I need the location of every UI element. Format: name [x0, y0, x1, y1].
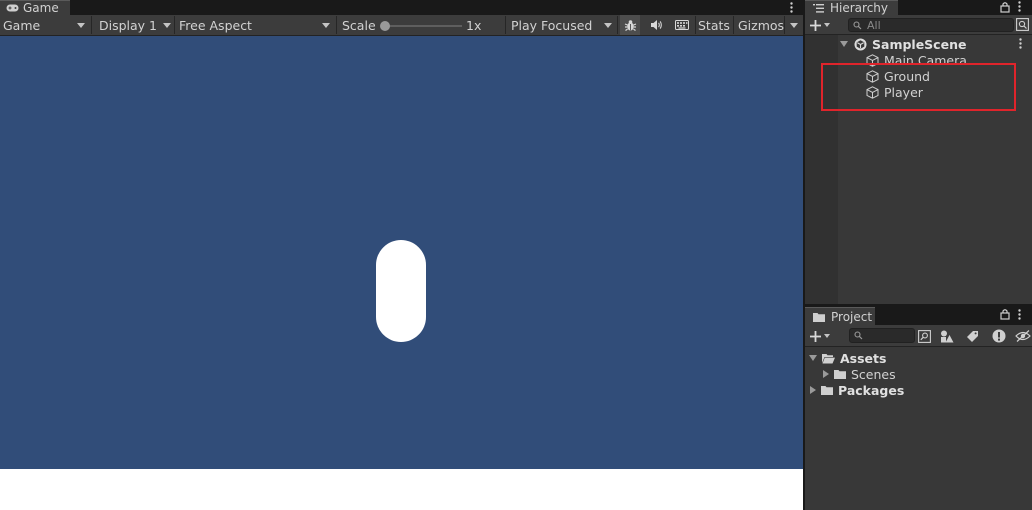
tab-hierarchy-label: Hierarchy [830, 1, 889, 15]
play-mode-label: Play Focused [511, 17, 593, 33]
project-item-scenes[interactable]: Scenes [823, 366, 896, 382]
folder-icon [813, 312, 825, 322]
folder-icon [821, 385, 833, 395]
open-folder-icon [822, 353, 835, 364]
scale-slider-track[interactable] [382, 25, 462, 27]
scene-search-icon[interactable] [1016, 18, 1029, 32]
kebab-menu-icon[interactable] [1018, 1, 1024, 14]
scale-value: 1x [466, 17, 482, 33]
lock-icon[interactable] [1000, 308, 1012, 320]
project-search-input[interactable] [849, 328, 915, 343]
chevron-down-icon [824, 23, 830, 27]
player-capsule [376, 240, 426, 342]
tab-game-label: Game [23, 1, 59, 15]
plus-icon [810, 330, 821, 342]
expand-arrow-icon[interactable] [840, 41, 848, 47]
search-icon [853, 20, 863, 30]
play-mode-dropdown[interactable]: Play Focused [511, 15, 615, 35]
warning-filter-icon[interactable] [989, 327, 1009, 345]
tab-hierarchy[interactable]: Hierarchy [805, 0, 898, 15]
audio-speaker-icon[interactable] [646, 15, 666, 35]
kebab-menu-icon[interactable] [1019, 38, 1022, 49]
chevron-down-icon [163, 23, 171, 28]
project-item-assets[interactable]: Assets [809, 350, 886, 366]
aspect-dropdown[interactable]: Free Aspect [179, 15, 334, 35]
hierarchy-search-placeholder: All [867, 18, 881, 32]
gizmos-dropdown[interactable] [786, 15, 802, 35]
filter-by-type-icon[interactable] [937, 327, 957, 345]
tab-project-label: Project [831, 309, 873, 324]
chevron-down-icon [322, 23, 330, 28]
hidden-packages-eye-icon[interactable] [1013, 327, 1032, 345]
gizmos-toggle[interactable]: Gizmos [738, 15, 784, 35]
project-item-label: Packages [838, 382, 905, 398]
kebab-menu-icon[interactable] [785, 0, 797, 15]
project-item-label: Assets [840, 350, 887, 366]
kebab-menu-icon[interactable] [1018, 309, 1024, 322]
display-dropdown[interactable]: Display 1 [99, 15, 173, 35]
folder-icon [834, 369, 846, 379]
keyboard-icon[interactable] [672, 15, 692, 35]
filter-by-label-icon[interactable] [962, 327, 982, 345]
plus-icon [810, 19, 821, 31]
game-toolbar: Game Display 1 Free Aspect Scale 1x Play… [0, 15, 804, 36]
list-icon [813, 3, 824, 13]
chevron-down-icon [77, 23, 85, 28]
scale-label: Scale [342, 17, 376, 33]
search-icon [854, 331, 864, 340]
display-label: Display 1 [99, 17, 158, 33]
collapse-arrow-icon[interactable] [810, 386, 816, 394]
game-mode-label: Game [3, 17, 41, 33]
lock-icon[interactable] [1000, 1, 1012, 13]
debug-bug-icon[interactable] [620, 15, 640, 35]
scene-row[interactable]: SampleScene [840, 36, 1030, 52]
chevron-down-icon [604, 23, 612, 28]
create-button[interactable] [810, 17, 840, 33]
chevron-down-icon [824, 334, 830, 338]
unity-scene-icon [854, 38, 867, 51]
project-item-packages[interactable]: Packages [810, 382, 904, 398]
collapse-arrow-icon[interactable] [823, 370, 829, 378]
gamepad-icon [6, 4, 19, 12]
create-asset-button[interactable] [810, 328, 840, 344]
search-by-scene-icon[interactable] [914, 327, 934, 345]
scene-name: SampleScene [872, 36, 967, 52]
game-tab-bar [0, 0, 804, 15]
tab-game[interactable]: Game [0, 0, 70, 15]
hierarchy-search-input[interactable]: All [848, 18, 1014, 32]
aspect-label: Free Aspect [179, 17, 252, 33]
project-item-label: Scenes [851, 366, 896, 382]
expand-arrow-icon[interactable] [809, 355, 817, 361]
annotation-highlight-box [821, 63, 1016, 111]
tab-project[interactable]: Project [805, 307, 875, 325]
scale-slider-handle[interactable] [380, 21, 390, 31]
game-mode-dropdown[interactable]: Game [3, 15, 89, 35]
chevron-down-icon [790, 23, 798, 28]
stats-toggle[interactable]: Stats [698, 15, 730, 35]
